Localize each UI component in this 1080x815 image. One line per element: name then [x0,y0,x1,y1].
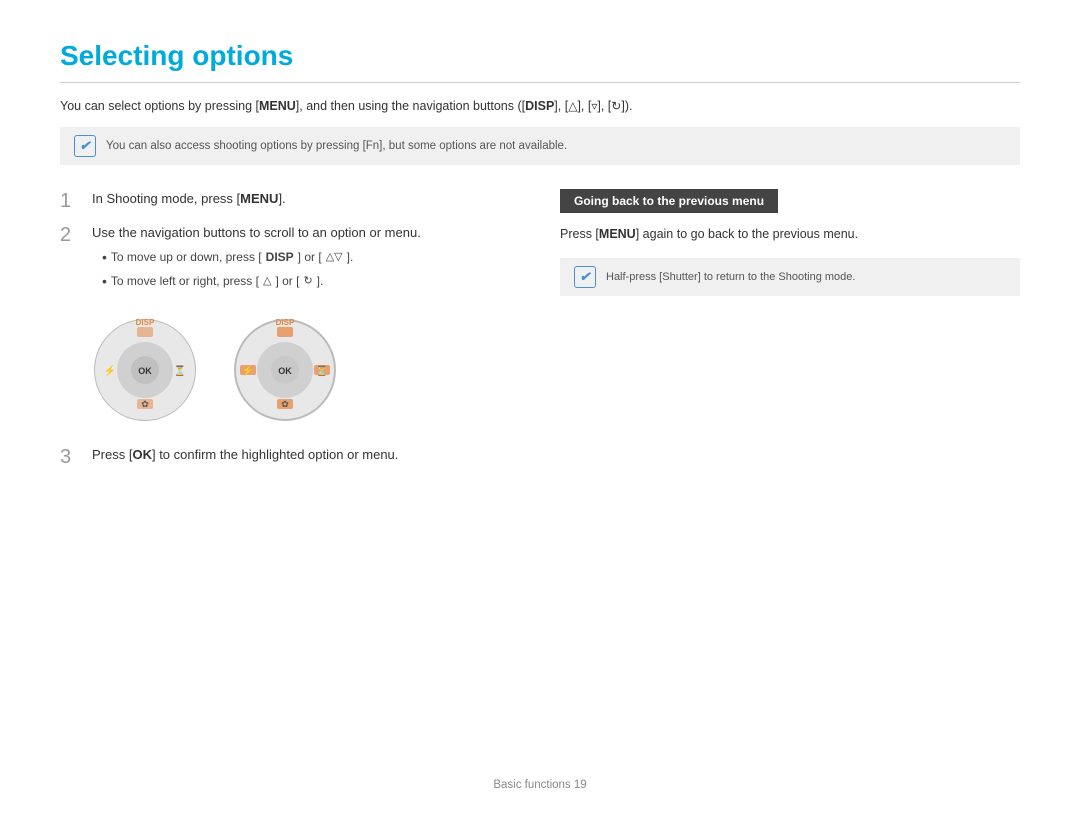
svg-text:DISP: DISP [276,318,295,327]
note-text-1: You can also access shooting options by … [106,140,567,152]
intro-text: You can select options by pressing [MENU… [60,99,1020,113]
step-2-bullets: To move up or down, press [DISP] or [△▽]… [92,247,421,292]
sidebar-note-text: Half-press [Shutter] to return to the Sh… [606,271,855,283]
svg-text:⚡: ⚡ [104,364,116,377]
note-box-1: ✔ You can also access shooting options b… [60,127,1020,165]
svg-text:✿: ✿ [281,399,289,409]
dial-2: DISP OK ✿ ⚡ [230,315,340,425]
right-column: Going back to the previous menu Press [M… [560,189,1020,479]
page-container: Selecting options You can select options… [0,0,1080,519]
sidebar-heading: Going back to the previous menu [560,189,778,213]
svg-text:OK: OK [278,366,292,376]
two-column-layout: 1 In Shooting mode, press [MENU]. 2 Use … [60,189,1020,479]
svg-text:✿: ✿ [141,399,149,409]
note-icon-1: ✔ [74,135,96,157]
dial-diagrams: OK DISP ✿ ⚡ ⏳ [90,315,520,425]
step-3-content: Press [OK] to confirm the highlighted op… [92,445,398,465]
sidebar-text: Press [MENU] again to go back to the pre… [560,225,1020,244]
svg-text:OK: OK [138,366,152,376]
step-1-number: 1 [60,189,82,213]
footer: Basic functions 19 [0,779,1080,791]
dial-1: OK DISP ✿ ⚡ ⏳ [90,315,200,425]
page-title: Selecting options [60,40,1020,83]
step-1-content: In Shooting mode, press [MENU]. [92,189,286,209]
step-1: 1 In Shooting mode, press [MENU]. [60,189,520,213]
left-column: 1 In Shooting mode, press [MENU]. 2 Use … [60,189,520,479]
step-2: 2 Use the navigation buttons to scroll t… [60,223,520,295]
svg-text:⏳: ⏳ [316,364,328,377]
step-3-number: 3 [60,445,82,469]
sidebar-note: ✔ Half-press [Shutter] to return to the … [560,258,1020,296]
svg-text:⚡: ⚡ [242,364,254,377]
bullet-2: To move left or right, press [△] or [↻]. [102,271,421,292]
bullet-1: To move up or down, press [DISP] or [△▽]… [102,247,421,268]
sidebar-note-icon: ✔ [574,266,596,288]
svg-text:DISP: DISP [136,318,155,327]
step-3: 3 Press [OK] to confirm the highlighted … [60,445,520,469]
svg-text:⏳: ⏳ [174,364,186,377]
step-2-number: 2 [60,223,82,247]
step-2-content: Use the navigation buttons to scroll to … [92,223,421,295]
